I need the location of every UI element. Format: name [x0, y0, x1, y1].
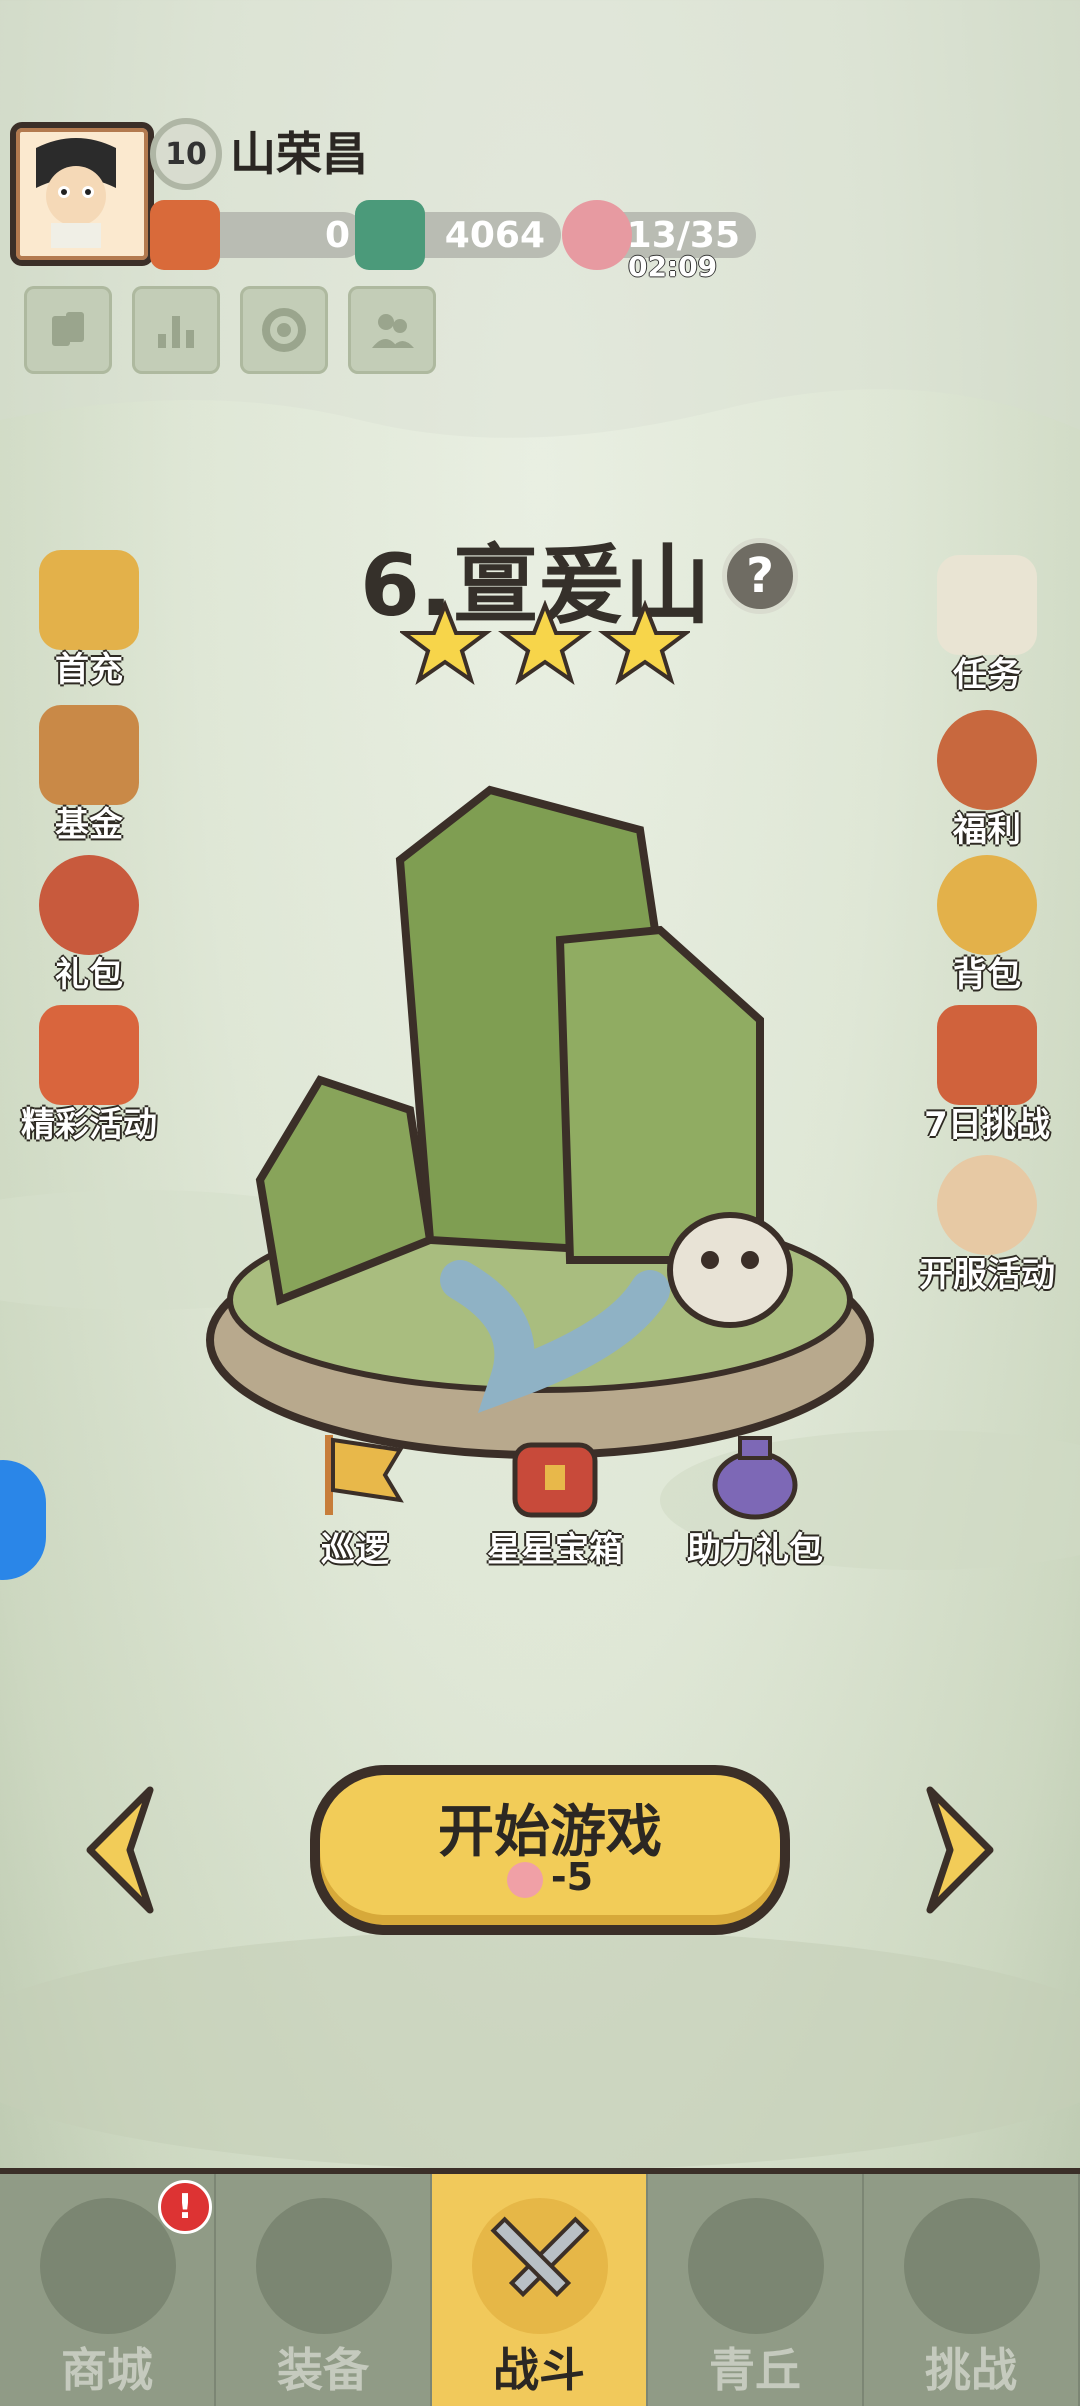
side-server-events[interactable]: 开服活动	[912, 1145, 1062, 1295]
side-label: 基金	[55, 805, 123, 845]
stage-stars	[400, 600, 690, 685]
calendar-challenge-icon	[937, 1005, 1037, 1105]
settings-button[interactable]	[240, 286, 328, 374]
side-7day-challenge[interactable]: 7日挑战	[912, 995, 1062, 1145]
support-gift-label: 助力礼包	[687, 1530, 823, 1570]
start-cost-value: -5	[550, 1855, 594, 1899]
side-label: 背包	[953, 955, 1021, 995]
side-welfare[interactable]: 福利	[912, 700, 1062, 850]
nav-label: 挑战	[925, 2343, 1017, 2397]
start-game-cost: -5	[320, 1855, 780, 1899]
side-label: 首充	[55, 650, 123, 690]
shop-icon	[40, 2198, 176, 2334]
tickets-value: 0	[324, 214, 350, 256]
side-first-recharge[interactable]: 首充	[14, 540, 164, 690]
side-gift-pack[interactable]: 礼包	[14, 845, 164, 995]
star-icon	[598, 600, 690, 685]
helmet-icon	[256, 2198, 392, 2334]
nav-tab-challenge[interactable]: 挑战	[864, 2174, 1080, 2406]
nav-label: 商城	[61, 2343, 153, 2397]
star-chest-label: 星星宝箱	[487, 1530, 623, 1570]
nav-label: 青丘	[709, 2343, 801, 2397]
player-avatar[interactable]	[10, 122, 154, 266]
jade-add-icon[interactable]	[355, 200, 425, 270]
ranking-button[interactable]	[132, 286, 220, 374]
ranking-icon	[158, 316, 194, 348]
notification-badge: !	[158, 2180, 212, 2234]
side-label: 福利	[953, 810, 1021, 850]
mountain-icon	[688, 2198, 824, 2334]
prev-stage-arrow-icon[interactable]	[80, 1785, 160, 1915]
shield-icon	[904, 2198, 1040, 2334]
side-label: 精彩活动	[21, 1105, 157, 1145]
monster-icon	[667, 1212, 793, 1328]
patrol-label: 巡逻	[321, 1530, 389, 1570]
first-recharge-icon	[39, 550, 139, 650]
help-icon[interactable]: ?	[722, 538, 798, 614]
player-name: 山荣昌	[230, 127, 368, 181]
nav-tab-battle[interactable]: 战斗	[432, 2174, 648, 2406]
crossed-swords-icon	[472, 2198, 608, 2334]
stage-island-illustration[interactable]	[200, 780, 880, 1540]
star-icon	[498, 600, 592, 685]
avatar-portrait-icon	[36, 138, 116, 248]
tickets-add-icon[interactable]	[150, 200, 220, 270]
side-label: 礼包	[55, 955, 123, 995]
side-label: 任务	[953, 655, 1021, 695]
gift-pack-icon	[39, 855, 139, 955]
treasure-chest-icon	[512, 1442, 598, 1518]
side-label: 7日挑战	[924, 1105, 1050, 1145]
nav-tab-equipment[interactable]: 装备	[216, 2174, 432, 2406]
patrol-button[interactable]: 巡逻	[270, 1430, 440, 1570]
cards-button[interactable]	[24, 286, 112, 374]
start-game-button[interactable]: 开始游戏 -5	[310, 1765, 790, 1935]
side-label: 开服活动	[919, 1255, 1055, 1295]
cards-icon	[52, 312, 84, 346]
nav-tab-shop[interactable]: ! 商城	[0, 2174, 216, 2406]
friends-button[interactable]	[348, 286, 436, 374]
side-backpack[interactable]: 背包	[912, 845, 1062, 995]
welfare-icon	[937, 710, 1037, 810]
jade-value: 4064	[444, 214, 545, 256]
nav-label: 装备	[277, 2343, 369, 2397]
next-stage-arrow-icon[interactable]	[920, 1785, 1000, 1915]
side-events[interactable]: 精彩活动	[14, 995, 164, 1145]
stamina-add-icon[interactable]	[562, 200, 632, 270]
nav-label: 战斗	[493, 2343, 585, 2397]
events-icon	[39, 1005, 139, 1105]
bottom-nav: ! 商城 装备 战斗 青丘 挑战	[0, 2168, 1080, 2406]
player-level-badge: 10	[150, 118, 222, 190]
nav-tab-qingqiu[interactable]: 青丘	[648, 2174, 864, 2406]
star-chest-button[interactable]: 星星宝箱	[470, 1430, 640, 1570]
peach-icon	[506, 1861, 543, 1898]
stamina-timer: 02:09	[628, 250, 718, 283]
star-icon	[400, 600, 492, 685]
server-events-icon	[937, 1155, 1037, 1255]
side-tasks[interactable]: 任务	[912, 545, 1062, 695]
backpack-icon	[937, 855, 1037, 955]
gear-icon	[262, 308, 306, 352]
fund-icon	[39, 705, 139, 805]
patrol-flag-icon	[325, 1435, 404, 1515]
side-fund[interactable]: 基金	[14, 695, 164, 845]
tasks-scroll-icon	[937, 555, 1037, 655]
gift-bag-icon	[712, 1436, 798, 1520]
support-gift-button[interactable]: 助力礼包	[670, 1430, 840, 1570]
friends-icon	[372, 314, 414, 348]
